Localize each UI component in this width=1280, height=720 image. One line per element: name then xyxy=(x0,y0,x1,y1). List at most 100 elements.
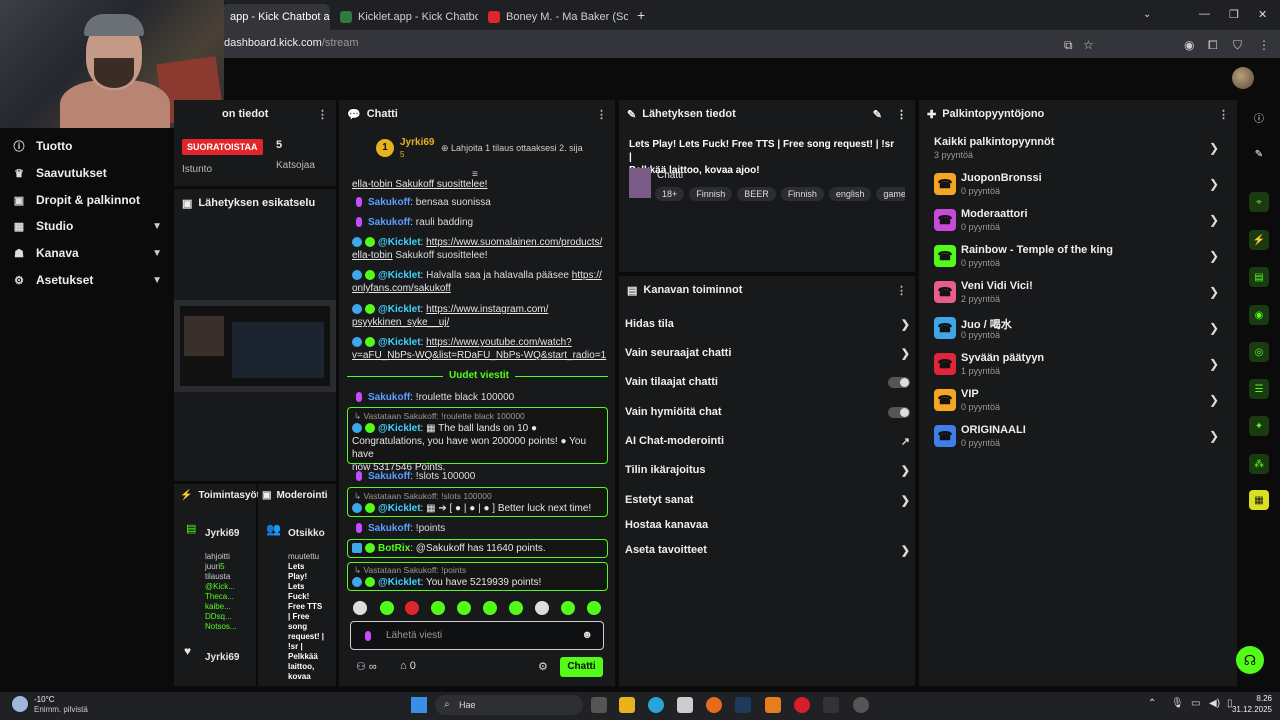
emote-icon[interactable] xyxy=(431,601,445,615)
nav-item-dropit[interactable]: ▣ Dropit & palkinnot xyxy=(12,190,162,210)
layout-icon[interactable]: ☰ xyxy=(1249,379,1269,399)
pencil-icon[interactable]: ✎ xyxy=(1249,144,1269,164)
chat-username[interactable]: Sakukoff xyxy=(368,523,410,534)
chat-input[interactable]: Lähetä viesti ☻ xyxy=(350,621,604,650)
nav-item-kanava[interactable]: ☗ Kanava ▼ xyxy=(12,243,162,263)
chat-username[interactable]: @Kicklet xyxy=(378,304,421,315)
extensions-icon[interactable]: ⧠ xyxy=(1208,38,1218,53)
tag[interactable]: Finnish xyxy=(689,187,733,201)
tag[interactable]: english xyxy=(828,187,872,201)
chat-username[interactable]: @Kicklet xyxy=(378,503,421,514)
vlc-icon[interactable] xyxy=(765,697,781,713)
bookmark-star-icon[interactable]: ☆ xyxy=(1083,38,1094,52)
message-link[interactable]: ella-tobin xyxy=(352,250,393,261)
broadcast-icon[interactable]: ◎ xyxy=(1249,342,1269,362)
message-link[interactable]: https://www.suomalainen.com/products/ xyxy=(426,237,602,248)
tag[interactable]: 18+ xyxy=(655,187,685,201)
message-link[interactable]: onlyfans.com/sakukoff xyxy=(352,283,451,294)
action-host-channel[interactable]: Hostaa kanavaa xyxy=(625,515,910,535)
terminal-icon[interactable] xyxy=(823,697,839,713)
nav-item-saavutukset[interactable]: ♛ Saavutukset xyxy=(12,163,162,183)
reward-row[interactable]: ☎ Juo / 喝水 0 pyyntöä ❯ xyxy=(934,315,1219,345)
weather-desc[interactable]: Enimm. pilvistä xyxy=(34,705,88,714)
emote-icon[interactable] xyxy=(353,601,367,615)
stream-preview-video[interactable] xyxy=(174,300,336,392)
more-icon[interactable]: ⋮ xyxy=(896,108,907,121)
subscribers-only-toggle[interactable] xyxy=(888,376,910,388)
chat-username[interactable]: @Kicklet xyxy=(378,577,421,588)
send-chat-button[interactable]: Chatti xyxy=(560,657,603,677)
browser-tab[interactable]: Boney M. - Ma Baker (Sopot Fe ✕ xyxy=(480,4,628,30)
emoji-icon[interactable]: ☻ xyxy=(581,629,593,641)
bolt-icon[interactable]: ⚡ xyxy=(1249,230,1269,250)
clock-date[interactable]: 31.12.2025 xyxy=(1222,705,1272,714)
obs-icon[interactable] xyxy=(853,697,869,713)
minimize-icon[interactable]: — xyxy=(1199,8,1210,20)
action-age-restriction[interactable]: Tilin ikärajoitus ❯ xyxy=(625,460,910,480)
tab-list-chevron-icon[interactable]: ⌄ xyxy=(1143,9,1151,20)
chat-username[interactable]: BotRix xyxy=(378,543,410,554)
task-view-icon[interactable] xyxy=(591,697,607,713)
category-name[interactable]: Chatti xyxy=(657,170,683,181)
tag[interactable]: BEER xyxy=(737,187,776,201)
emote-only-toggle[interactable] xyxy=(888,406,910,418)
install-app-icon[interactable]: ⧉ xyxy=(1064,38,1073,53)
chat-username[interactable]: Sakukoff xyxy=(368,471,410,482)
reward-row[interactable]: ☎ Syvään päätyyn 1 pyyntöä ❯ xyxy=(934,351,1219,381)
all-rewards-row[interactable]: Kaikki palkintopyynnöt 3 pyyntöä ❯ xyxy=(934,135,1219,165)
more-icon[interactable]: ⋮ xyxy=(1218,108,1229,121)
clock-time[interactable]: 8.26 xyxy=(1222,694,1272,703)
document-icon[interactable]: ▤ xyxy=(1249,267,1269,287)
shield-icon[interactable]: ⛉ xyxy=(1233,38,1242,53)
reward-row[interactable]: ☎ JuoponBronssi 0 pyyntöä ❯ xyxy=(934,171,1219,201)
url-field[interactable]: dashboard.kick.com/stream xyxy=(224,37,359,49)
microphone-icon[interactable]: 🎙 xyxy=(1171,698,1184,709)
emote-icon[interactable] xyxy=(457,601,471,615)
emote-icon[interactable] xyxy=(380,601,394,615)
reward-row[interactable]: ☎ VIP 0 pyyntöä ❯ xyxy=(934,387,1219,417)
tag[interactable]: games xyxy=(876,187,905,201)
infinity-icon[interactable]: ⚇ ∞ xyxy=(356,660,377,673)
chat-username[interactable]: @Kicklet xyxy=(378,423,421,434)
chat-settings-icon[interactable]: ⚙ xyxy=(538,660,548,673)
nav-item-asetukset[interactable]: ⚙ Asetukset ▼ xyxy=(12,270,162,290)
maximize-icon[interactable]: ❐ xyxy=(1229,8,1239,21)
emote-icon[interactable] xyxy=(483,601,497,615)
edit-icon[interactable]: ✎ xyxy=(873,108,882,121)
browser-menu-icon[interactable]: ⋮ xyxy=(1258,38,1270,52)
chat-username[interactable]: Sakukoff xyxy=(368,197,410,208)
action-set-goals[interactable]: Aseta tavoitteet ❯ xyxy=(625,540,910,560)
points-display[interactable]: ⌂ 0 xyxy=(400,660,416,672)
taskbar-search[interactable]: ⌕ Hae xyxy=(435,695,583,715)
nodes-icon[interactable]: ⁂ xyxy=(1249,454,1269,474)
window-close-icon[interactable]: ✕ xyxy=(1258,8,1267,21)
message-link[interactable]: psyykkinen_syke__uj/ xyxy=(352,317,449,328)
tray-chevron-icon[interactable]: ⌃ xyxy=(1148,698,1156,709)
store-icon[interactable] xyxy=(677,697,693,713)
wrench-icon[interactable]: ✦ xyxy=(1249,416,1269,436)
nav-item-studio[interactable]: ▦ Studio ▼ xyxy=(12,216,162,236)
more-icon[interactable]: ⋮ xyxy=(317,108,328,121)
action-blocked-words[interactable]: Estetyt sanat ❯ xyxy=(625,490,910,510)
clapper-icon[interactable]: ▦ xyxy=(1249,490,1269,510)
windows-start-icon[interactable] xyxy=(411,697,427,713)
network-icon[interactable]: ▭ xyxy=(1191,698,1200,709)
support-chat-button[interactable]: ☊ xyxy=(1236,646,1264,674)
steam-icon[interactable] xyxy=(735,697,751,713)
chat-username[interactable]: @Kicklet xyxy=(378,237,421,248)
reward-row[interactable]: ☎ Rainbow - Temple of the king 0 pyyntöä ❯ xyxy=(934,243,1219,273)
opera-icon[interactable] xyxy=(794,697,810,713)
action-followers-only[interactable]: Vain seuraajat chatti ❯ xyxy=(625,343,910,363)
emote-icon[interactable] xyxy=(587,601,601,615)
file-explorer-icon[interactable] xyxy=(619,697,635,713)
new-tab-button[interactable]: + xyxy=(637,7,645,23)
emote-icon[interactable] xyxy=(509,601,523,615)
chat-username[interactable]: @Kicklet xyxy=(378,270,421,281)
reward-row[interactable]: ☎ Moderaattori 0 pyyntöä ❯ xyxy=(934,207,1219,237)
focus-icon[interactable]: ⌖ xyxy=(1249,192,1269,212)
chat-username[interactable]: Sakukoff xyxy=(368,392,410,403)
action-slow-mode[interactable]: Hidas tila ❯ xyxy=(625,314,910,334)
browser-tab-active[interactable]: app - Kick Chatbot and ✕ xyxy=(222,4,330,30)
nav-item-tuotto[interactable]: ⓘ Tuotto xyxy=(12,136,162,156)
emote-icon[interactable] xyxy=(405,601,419,615)
